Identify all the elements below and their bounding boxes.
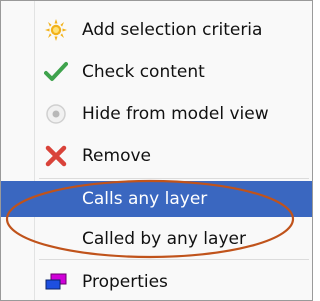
menu-item-label: Add selection criteria [82, 20, 263, 40]
menu-item-add-selection-criteria[interactable]: Add selection criteria [1, 12, 312, 48]
checkmark-icon [44, 61, 68, 83]
menu-item-label: Remove [82, 146, 151, 166]
red-x-icon [44, 145, 68, 167]
menu-item-properties[interactable]: Properties [1, 264, 312, 300]
menu-item-hide-from-model-view[interactable]: Hide from model view [1, 96, 312, 132]
menu-separator [39, 259, 309, 260]
properties-icon [44, 271, 68, 293]
menu-item-label: Hide from model view [82, 104, 269, 124]
menu-item-label: Calls any layer [82, 189, 208, 209]
menu-separator [39, 178, 309, 179]
menu-item-remove[interactable]: Remove [1, 138, 312, 174]
menu-item-calls-any-layer[interactable]: Calls any layer [1, 181, 312, 217]
menu-item-check-content[interactable]: Check content [1, 54, 312, 90]
menu-item-label: Properties [82, 272, 168, 292]
menu-item-label: Called by any layer [82, 229, 246, 249]
menu-item-label: Check content [82, 62, 205, 82]
sun-icon [44, 19, 68, 41]
menu-item-called-by-any-layer[interactable]: Called by any layer [1, 221, 312, 257]
context-menu: Add selection criteria Check content Hid… [0, 0, 313, 301]
hide-circle-icon [44, 103, 68, 125]
